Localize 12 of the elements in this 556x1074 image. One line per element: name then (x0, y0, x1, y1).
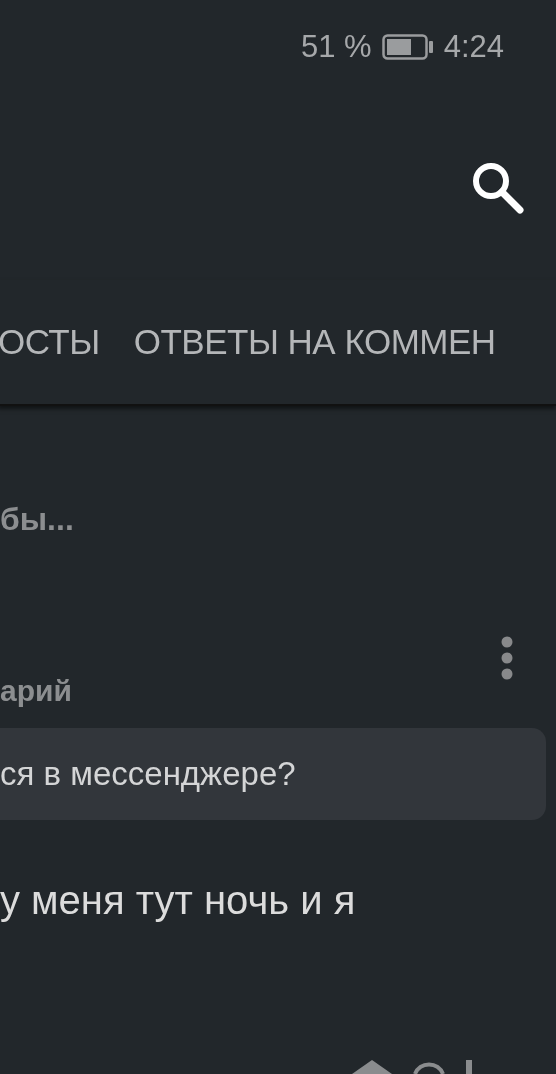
quoted-comment: ся в мессенджере? (0, 728, 546, 820)
search-icon[interactable] (470, 160, 524, 214)
reply-text: у меня тут ночь и я (0, 878, 357, 923)
tab[interactable]: ОСТЫ (0, 322, 100, 362)
more-icon[interactable] (501, 636, 513, 680)
post-preview: бы... (0, 500, 75, 539)
tab[interactable]: ОТВЕТЫ НА КОММЕН (133, 322, 496, 362)
clock: 4:24 (443, 29, 504, 65)
arrow-icon[interactable] (352, 1060, 392, 1074)
comment-label: арий (0, 674, 72, 708)
battery-icon (381, 34, 434, 60)
battery-percent: 51 % (301, 29, 372, 65)
